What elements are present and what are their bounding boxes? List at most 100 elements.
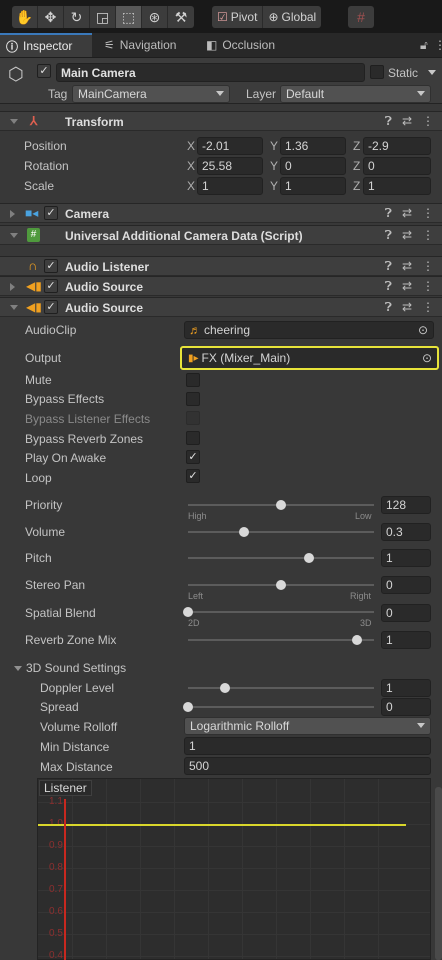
y-tick-label: 0.9 bbox=[49, 840, 63, 851]
grid-snap-button[interactable]: # bbox=[348, 6, 374, 28]
kebab-menu-icon[interactable]: ⋮ bbox=[422, 228, 434, 243]
spread-slider[interactable] bbox=[183, 702, 374, 712]
audio-source-component-header[interactable]: ◀▮ ✓ Audio Source ❓︎ ⇄ ⋮ bbox=[0, 297, 442, 317]
spatial-blend-slider[interactable] bbox=[183, 607, 374, 617]
rotation-x-field[interactable]: 25.58 bbox=[197, 157, 263, 175]
tab-navigation[interactable]: ⚟ Navigation bbox=[104, 33, 176, 57]
help-icon[interactable]: ❓︎ bbox=[385, 279, 392, 294]
inspector-scrollbar[interactable] bbox=[435, 787, 442, 960]
mute-checkbox[interactable] bbox=[186, 373, 200, 387]
output-field[interactable]: ▮▸ FX (Mixer_Main) ⊙ bbox=[180, 346, 439, 370]
gameobject-cube-icon[interactable]: ⬡ bbox=[8, 64, 24, 85]
slider-knob[interactable] bbox=[276, 500, 286, 510]
kebab-menu-icon[interactable]: ⋮ bbox=[422, 206, 434, 221]
tab-inspector[interactable]: ⓘ Inspector bbox=[0, 33, 92, 57]
pitch-field[interactable]: 1 bbox=[381, 549, 431, 567]
doppler-level-field[interactable]: 1 bbox=[381, 679, 431, 697]
field-value: 128 bbox=[386, 498, 407, 512]
rotation-z-field[interactable]: 0 bbox=[363, 157, 431, 175]
max-distance-field[interactable]: 500 bbox=[184, 757, 431, 775]
kebab-menu-icon[interactable]: ⋮ bbox=[422, 300, 434, 315]
slider-knob[interactable] bbox=[352, 635, 363, 645]
tag-dropdown[interactable]: MainCamera bbox=[72, 85, 230, 103]
reverb-zone-mix-field[interactable]: 1 bbox=[381, 631, 431, 649]
position-z-field[interactable]: -2.9 bbox=[363, 137, 431, 155]
rolloff-curve-graph[interactable]: 1.1 1.0 0.9 0.8 0.7 0.6 0.5 0.4 Listener bbox=[37, 778, 431, 960]
help-icon[interactable]: ❓︎ bbox=[385, 259, 392, 274]
position-y-field[interactable]: 1.36 bbox=[280, 137, 346, 155]
rotate-tool-button[interactable]: ↻ bbox=[64, 6, 90, 28]
transform-tool-button[interactable]: ⊛ bbox=[142, 6, 168, 28]
transform-component-header[interactable]: ⅄ Transform ❓︎ ⇄ ⋮ bbox=[0, 111, 442, 131]
stereo-pan-slider[interactable] bbox=[188, 580, 374, 590]
kebab-menu-icon[interactable]: ⋮ bbox=[422, 259, 434, 274]
kebab-menu-icon[interactable]: ⋮ bbox=[434, 38, 442, 52]
presets-icon[interactable]: ⇄ bbox=[402, 228, 412, 243]
sound-3d-foldout[interactable]: 3D Sound Settings bbox=[14, 661, 126, 675]
presets-icon[interactable]: ⇄ bbox=[402, 300, 412, 315]
presets-icon[interactable]: ⇄ bbox=[402, 259, 412, 274]
move-tool-button[interactable]: ✥ bbox=[38, 6, 64, 28]
help-icon[interactable]: ❓︎ bbox=[385, 300, 392, 315]
audio-listener-component-header[interactable]: ∩ ✓ Audio Listener ❓︎ ⇄ ⋮ bbox=[0, 256, 442, 276]
slider-knob[interactable] bbox=[183, 702, 193, 712]
rect-tool-button[interactable]: ⬚ bbox=[116, 6, 142, 28]
object-picker-icon[interactable]: ⊙ bbox=[422, 351, 432, 365]
static-dropdown-icon[interactable] bbox=[428, 70, 436, 75]
slider-knob[interactable] bbox=[276, 580, 286, 590]
hand-tool-button[interactable]: ✋ bbox=[12, 6, 38, 28]
slider-knob[interactable] bbox=[183, 607, 193, 617]
kebab-menu-icon[interactable]: ⋮ bbox=[422, 279, 434, 294]
audioclip-field[interactable]: ♬ cheering ⊙ bbox=[184, 321, 434, 339]
presets-icon[interactable]: ⇄ bbox=[402, 114, 412, 129]
stereo-pan-field[interactable]: 0 bbox=[381, 576, 431, 594]
volume-rolloff-dropdown[interactable]: Logarithmic Rolloff bbox=[184, 717, 431, 735]
reverb-zone-mix-slider[interactable] bbox=[188, 635, 374, 645]
presets-icon[interactable]: ⇄ bbox=[402, 206, 412, 221]
bypass-effects-checkbox[interactable] bbox=[186, 392, 200, 406]
pivot-toggle[interactable]: ☑ Pivot bbox=[212, 6, 264, 28]
active-checkbox[interactable]: ✓ bbox=[37, 64, 51, 78]
urp-camera-data-component-header[interactable]: # Universal Additional Camera Data (Scri… bbox=[0, 225, 442, 245]
slider-knob[interactable] bbox=[238, 527, 249, 537]
priority-slider[interactable] bbox=[188, 500, 374, 510]
help-icon[interactable]: ❓︎ bbox=[385, 114, 392, 129]
help-icon[interactable]: ❓︎ bbox=[385, 206, 392, 221]
position-x-field[interactable]: -2.01 bbox=[197, 137, 263, 155]
global-toggle[interactable]: ⊕ Global bbox=[263, 6, 321, 28]
rotation-y-field[interactable]: 0 bbox=[280, 157, 346, 175]
audio-listener-enabled-checkbox[interactable]: ✓ bbox=[44, 259, 58, 273]
tab-occlusion[interactable]: ◧ Occlusion bbox=[206, 33, 275, 57]
bypass-reverb-zones-checkbox[interactable] bbox=[186, 431, 200, 445]
spatial-blend-field[interactable]: 0 bbox=[381, 604, 431, 622]
help-icon[interactable]: ❓︎ bbox=[385, 228, 392, 243]
loop-checkbox[interactable]: ✓ bbox=[186, 469, 200, 483]
play-on-awake-checkbox[interactable]: ✓ bbox=[186, 450, 200, 464]
layer-dropdown[interactable]: Default bbox=[280, 85, 431, 103]
camera-enabled-checkbox[interactable]: ✓ bbox=[44, 206, 58, 220]
volume-field[interactable]: 0.3 bbox=[381, 523, 431, 541]
camera-component-header[interactable]: ■◂ ✓ Camera ❓︎ ⇄ ⋮ bbox=[0, 203, 442, 223]
audio-source-component-header[interactable]: ◀▮ ✓ Audio Source ❓︎ ⇄ ⋮ bbox=[0, 276, 442, 296]
kebab-menu-icon[interactable]: ⋮ bbox=[422, 114, 434, 129]
presets-icon[interactable]: ⇄ bbox=[402, 279, 412, 294]
lock-icon[interactable]: 🔓︎ bbox=[420, 38, 428, 53]
spread-field[interactable]: 0 bbox=[381, 698, 431, 716]
volume-slider[interactable] bbox=[188, 527, 374, 537]
custom-tool-button[interactable]: ⚒ bbox=[168, 6, 194, 28]
slider-knob[interactable] bbox=[220, 683, 231, 693]
slider-knob[interactable] bbox=[303, 553, 314, 563]
pitch-slider[interactable] bbox=[188, 553, 374, 563]
scale-z-field[interactable]: 1 bbox=[363, 177, 431, 195]
min-distance-field[interactable]: 1 bbox=[184, 737, 431, 755]
static-checkbox[interactable] bbox=[370, 65, 384, 79]
scale-x-field[interactable]: 1 bbox=[197, 177, 263, 195]
object-picker-icon[interactable]: ⊙ bbox=[418, 323, 428, 337]
scale-tool-button[interactable]: ◲ bbox=[90, 6, 116, 28]
scale-y-field[interactable]: 1 bbox=[280, 177, 346, 195]
object-name-field[interactable]: Main Camera bbox=[56, 63, 365, 82]
priority-field[interactable]: 128 bbox=[381, 496, 431, 514]
doppler-level-slider[interactable] bbox=[188, 683, 374, 693]
audio-source-enabled-checkbox[interactable]: ✓ bbox=[44, 279, 58, 293]
audio-source-enabled-checkbox[interactable]: ✓ bbox=[44, 300, 58, 314]
